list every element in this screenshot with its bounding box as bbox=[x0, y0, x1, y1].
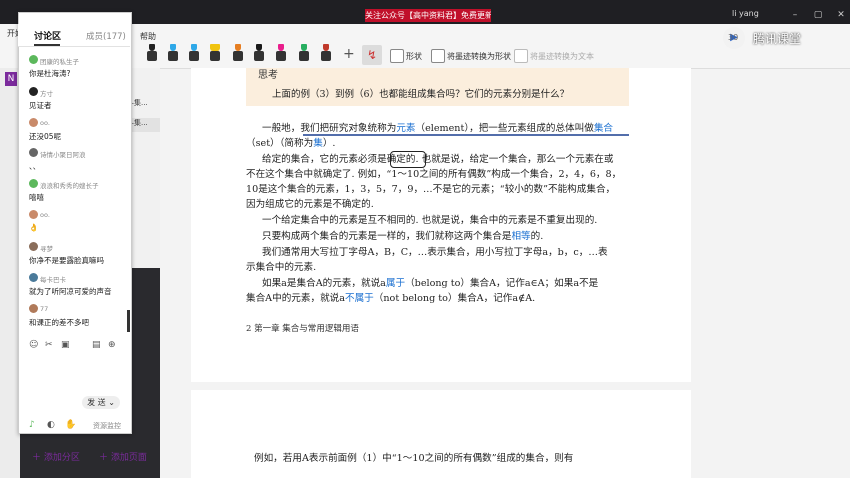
message-text: 还没05呢 bbox=[29, 132, 62, 141]
onenote-logo-icon[interactable]: N bbox=[5, 72, 17, 86]
ink-underline bbox=[303, 134, 629, 136]
message-text: 和课正的差不多吧 bbox=[29, 318, 89, 327]
title-banner: 关注公众号【高中资料君】免费更新2022网课 bbox=[365, 9, 491, 22]
speaker-icon[interactable]: ◐ bbox=[47, 420, 55, 430]
minimize-button[interactable]: – bbox=[790, 11, 800, 20]
plus-icon: ＋ bbox=[32, 453, 44, 463]
user-name[interactable]: li yang bbox=[732, 9, 759, 18]
paragraph-line: 不在这个集合中就确定了. 例如，“1～10之间的所有偶数”构成一个集合，2，4，… bbox=[246, 169, 622, 180]
page-footer: 2 第一章 集合与常用逻辑用语 bbox=[246, 324, 359, 334]
ink-circle bbox=[390, 151, 426, 168]
add-page-button[interactable]: ＋ 添加页面 bbox=[99, 450, 147, 463]
send-button[interactable]: 发 送 ⌄ bbox=[82, 396, 120, 409]
message-author: 每卡巴卡 bbox=[40, 276, 66, 284]
message-author: oo. bbox=[40, 211, 50, 219]
message-text: 就为了听阿凉可爱的声音 bbox=[29, 287, 112, 296]
pen-red[interactable] bbox=[320, 44, 332, 62]
message-author: 浪浪和秀秀的嫂长子 bbox=[40, 182, 99, 190]
add-pen-button[interactable]: + bbox=[343, 46, 355, 62]
emoji-icon[interactable]: ☺ bbox=[29, 340, 38, 350]
avatar bbox=[29, 242, 38, 251]
message-author: 诗情小聚日阿浪 bbox=[40, 151, 86, 159]
message-author: 团康的私生子 bbox=[40, 58, 79, 66]
message-text: 见证者 bbox=[29, 101, 52, 110]
settings-icon[interactable]: ⊕ bbox=[108, 340, 116, 350]
tab-underline bbox=[34, 44, 60, 46]
tab-discussion[interactable]: 讨论区 bbox=[34, 29, 61, 42]
paragraph-line: 如果a是集合A的元素，就说a属于（belong to）集合A，记作a∈A；如果a… bbox=[262, 278, 599, 289]
shape-button[interactable]: 形状 bbox=[406, 51, 422, 62]
pen-green[interactable] bbox=[298, 44, 310, 62]
avatar bbox=[29, 273, 38, 282]
message-author: 77 bbox=[40, 305, 49, 313]
avatar bbox=[29, 148, 38, 157]
paragraph-line: 10是这个集合的元素，1，3，5，7，9，…不是它的元素；“较小的数”不能构成集… bbox=[246, 184, 616, 195]
add-section-button[interactable]: ＋ 添加分区 bbox=[32, 450, 80, 463]
image-icon[interactable]: ▣ bbox=[61, 340, 70, 350]
think-label: 思考 bbox=[258, 70, 278, 81]
mic-icon[interactable]: ♪ bbox=[29, 420, 35, 430]
ink-to-shape-button[interactable]: 将墨迹转换为形状 bbox=[447, 51, 511, 62]
pen-orange[interactable] bbox=[232, 44, 244, 62]
plus-icon: ＋ bbox=[99, 453, 111, 463]
paragraph-line: 给定的集合，它的元素必须是确定的. 也就是说，给定一个集合，那么一个元素在或 bbox=[262, 154, 614, 165]
message-text: 你是杜海涛? bbox=[29, 69, 71, 78]
tencent-label[interactable]: 腾讯课堂 bbox=[753, 30, 801, 47]
message-author: 方寸 bbox=[40, 90, 53, 98]
paragraph-line: 集合A中的元素，就说a不属于（not belong to）集合A，记作a∉A. bbox=[246, 293, 536, 304]
tab-members[interactable]: 成员(177) bbox=[86, 30, 126, 42]
app-rail bbox=[0, 68, 20, 478]
chat-scrollbar[interactable] bbox=[127, 310, 130, 332]
paragraph-line: 因为组成它的元素是不确定的. bbox=[246, 199, 374, 210]
pen-black[interactable] bbox=[146, 44, 158, 62]
avatar bbox=[29, 210, 38, 219]
avatar bbox=[29, 87, 38, 96]
avatar bbox=[29, 304, 38, 313]
avatar bbox=[29, 55, 38, 64]
pen-blue[interactable] bbox=[167, 44, 179, 62]
close-button[interactable]: ✕ bbox=[836, 11, 846, 20]
paragraph-line: 只要构成两个集合的元素是一样的，我们就称这两个集合是相等的. bbox=[262, 231, 544, 242]
message-text: 你净不是要露脸真嘛吗 bbox=[29, 256, 104, 265]
tencent-count: 30 bbox=[728, 33, 739, 42]
message-text: 、、 bbox=[29, 162, 41, 171]
avatar bbox=[29, 118, 38, 127]
lasso-icon[interactable]: ↯ bbox=[362, 45, 382, 65]
paragraph-line: （set）（简称为集）. bbox=[246, 138, 336, 149]
shape-icon[interactable] bbox=[390, 49, 404, 63]
pen-darkblack[interactable] bbox=[253, 44, 265, 62]
paragraph-line: 例如，若用A表示前面例（1）中“1～10之间的所有偶数”组成的集合，则有 bbox=[254, 453, 574, 464]
paragraph-line: 我们通常用大写拉丁字母A，B，C，…表示集合，用小写拉丁字母a，b，c，…表 bbox=[262, 247, 608, 258]
message-text: 👌 bbox=[29, 223, 39, 232]
ink-to-shape-icon[interactable] bbox=[431, 49, 445, 63]
message-text: 嘻嘻 bbox=[29, 193, 44, 202]
ink-to-text-icon bbox=[514, 49, 528, 63]
scissors-icon[interactable]: ✂ bbox=[45, 340, 53, 350]
ink-to-text-button: 将墨迹转换为文本 bbox=[530, 52, 594, 61]
restore-button[interactable]: ▢ bbox=[813, 11, 823, 20]
menu-help[interactable]: 帮助 bbox=[140, 31, 156, 42]
avatar bbox=[29, 179, 38, 188]
document-page-2 bbox=[191, 390, 691, 478]
pen-lightblue[interactable] bbox=[188, 44, 200, 62]
paragraph-line: 示集合中的元素. bbox=[246, 262, 317, 273]
highlighter-yellow[interactable] bbox=[209, 44, 221, 62]
think-question: 上面的例（3）到例（6）也都能组成集合吗？它们的元素分别是什么？ bbox=[272, 89, 570, 100]
chevron-down-icon: ⌄ bbox=[108, 398, 115, 407]
message-author: oo. bbox=[40, 119, 50, 127]
message-author: 寻梦 bbox=[40, 245, 53, 253]
paragraph-line: 一个给定集合中的元素是互不相同的. 也就是说，集合中的元素是不重复出现的. bbox=[262, 215, 598, 226]
hand-icon[interactable]: ✋ bbox=[65, 420, 76, 430]
pen-pink[interactable] bbox=[275, 44, 287, 62]
resource-monitor[interactable]: 资源监控 bbox=[93, 421, 121, 431]
comment-icon[interactable]: ▤ bbox=[92, 340, 101, 350]
